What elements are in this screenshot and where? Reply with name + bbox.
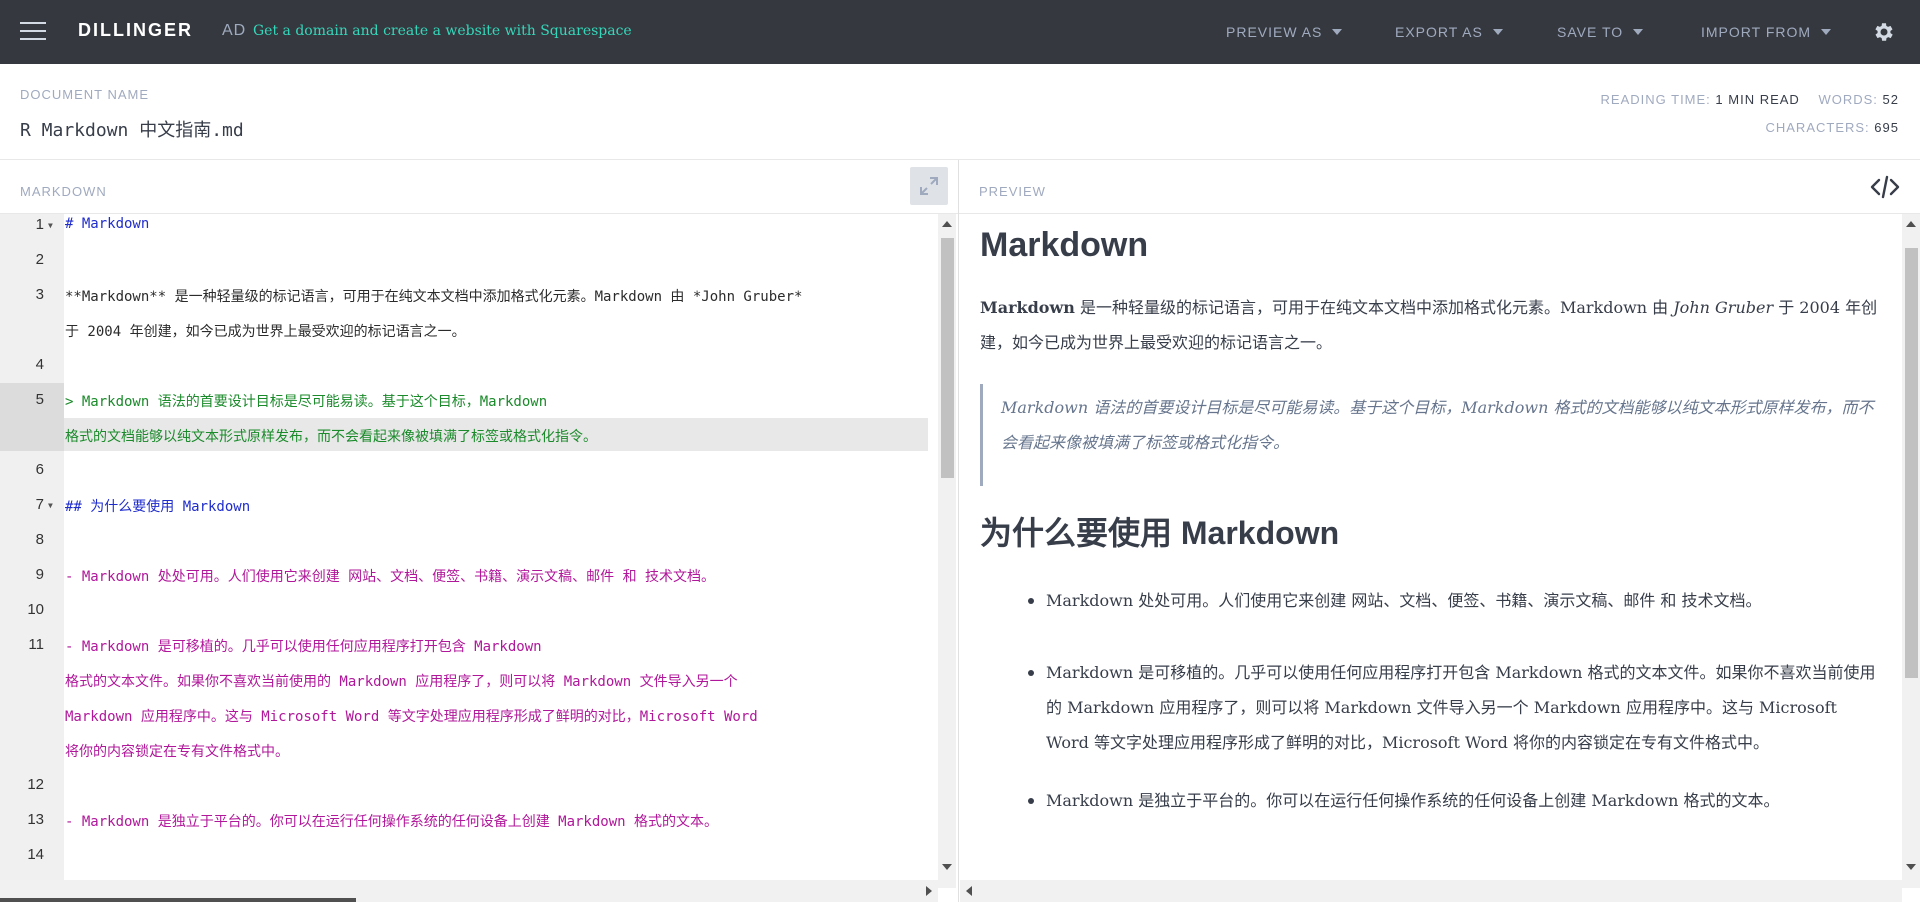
gear-icon[interactable] (1872, 20, 1896, 44)
save-to-menu[interactable]: SAVE TO (1557, 24, 1644, 40)
preview-blockquote: Markdown 语法的首要设计目标是尽可能易读。基于这个目标，Markdown… (980, 384, 1880, 486)
scroll-up-icon[interactable] (942, 221, 952, 227)
reading-time-value: 1 MIN READ (1715, 92, 1800, 107)
scroll-up-icon[interactable] (1906, 221, 1916, 227)
fold-arrow-icon[interactable]: ▼ (48, 221, 53, 230)
line-number: 4 (35, 356, 44, 373)
preview-paragraph: Markdown 是一种轻量级的标记语言，可用于在纯文本文档中添加格式化元素。M… (980, 290, 1880, 360)
scrollbar-thumb[interactable] (0, 898, 356, 902)
import-from-menu[interactable]: IMPORT FROM (1701, 24, 1832, 40)
line-number: 12 (27, 776, 44, 793)
line-number: 13 (27, 811, 44, 828)
preview-heading-1: Markdown (980, 226, 1149, 264)
top-navbar: DILLINGER AD Get a domain and create a w… (0, 0, 1920, 64)
words-value: 52 (1882, 92, 1899, 107)
line-number: 14 (27, 846, 44, 863)
chevron-down-icon (1633, 29, 1644, 35)
preview-vertical-scrollbar[interactable] (1902, 214, 1920, 888)
line-number: 11 (28, 636, 44, 653)
scroll-right-icon[interactable] (926, 886, 932, 896)
import-from-label: IMPORT FROM (1701, 24, 1812, 40)
line-number: 7 (35, 496, 44, 513)
preview-title: PREVIEW (979, 184, 1046, 199)
preview-pane: Markdown Markdown 是一种轻量级的标记语言，可用于在纯文本文档中… (960, 214, 1900, 880)
preview-list-item: Markdown 处处可用。人们使用它来创建 网站、文档、便签、书籍、演示文稿、… (1028, 583, 1876, 618)
editor-line-text: # Markdown (65, 216, 150, 232)
line-number: 10 (27, 601, 44, 618)
preview-header: PREVIEW (959, 160, 1920, 214)
fold-arrow-icon[interactable]: ▼ (48, 501, 53, 510)
line-number: 8 (35, 531, 44, 548)
chevron-down-icon (1821, 29, 1832, 35)
editor-vertical-scrollbar[interactable] (938, 214, 956, 888)
preview-horizontal-scrollbar[interactable] (960, 880, 1902, 902)
words-label: WORDS: (1818, 92, 1878, 107)
preview-italic-text: John Gruber (1673, 298, 1774, 317)
line-number: 9 (35, 566, 44, 583)
ad-link[interactable]: Get a domain and create a website with S… (253, 23, 632, 39)
preview-text: 是一种轻量级的标记语言，可用于在纯文本文档中添加格式化元素。Markdown 由 (1074, 298, 1674, 317)
characters-value: 695 (1874, 120, 1899, 135)
document-name-input[interactable] (20, 118, 620, 139)
hamburger-icon[interactable] (20, 22, 46, 42)
chevron-down-icon (1332, 29, 1343, 35)
editor-line-text: Markdown 应用程序中。这与 Microsoft Word 等文字处理应用… (65, 709, 758, 725)
chevron-down-icon (1492, 29, 1503, 35)
pane-divider[interactable] (958, 160, 959, 902)
expand-icon (920, 177, 938, 195)
editor-line-text: ## 为什么要使用 Markdown (65, 499, 251, 515)
editor-line-text: 将你的内容锁定在专有文件格式中。 (65, 744, 289, 760)
preview-as-menu[interactable]: PREVIEW AS (1226, 24, 1343, 40)
preview-list-item: Markdown 是独立于平台的。你可以在运行任何操作系统的任何设备上创建 Ma… (1028, 783, 1876, 818)
preview-heading-2: 为什么要使用 Markdown (980, 515, 1340, 551)
preview-bold-text: Markdown (980, 298, 1075, 317)
editor-line-text: **Markdown** 是一种轻量级的标记语言，可用于在纯文本文档中添加格式化… (65, 289, 803, 305)
expand-editor-button[interactable] (910, 167, 948, 205)
editor-line-text: 格式的文档能够以纯文本形式原样发布，而不会看起来像被填满了标签或格式化指令。 (65, 429, 597, 445)
characters-label: CHARACTERS: (1765, 120, 1870, 135)
export-as-label: EXPORT AS (1395, 24, 1483, 40)
scroll-down-icon[interactable] (1906, 864, 1916, 870)
brand-logo[interactable]: DILLINGER (78, 20, 193, 41)
scrollbar-thumb[interactable] (1905, 248, 1918, 678)
line-number: 6 (35, 461, 44, 478)
document-stats: READING TIME: 1 MIN READ WORDS: 52 CHARA… (1601, 86, 1899, 142)
editor-line-text: 格式的文本文件。如果你不喜欢当前使用的 Markdown 应用程序了，则可以将 … (65, 674, 738, 690)
scroll-down-icon[interactable] (942, 864, 952, 870)
export-as-menu[interactable]: EXPORT AS (1395, 24, 1503, 40)
editor-line-text: - Markdown 是可移植的。几乎可以使用任何应用程序打开包含 Markdo… (65, 639, 542, 655)
document-bar: DOCUMENT NAME READING TIME: 1 MIN READ W… (0, 64, 1920, 160)
document-name-label: DOCUMENT NAME (20, 87, 150, 102)
scroll-left-icon[interactable] (966, 886, 972, 896)
line-number: 5 (35, 391, 44, 408)
ad-label: AD (222, 22, 247, 39)
line-number: 2 (35, 251, 44, 268)
editor-header: MARKDOWN (0, 160, 958, 214)
editor-title: MARKDOWN (20, 184, 107, 199)
preview-list-item: Markdown 是可移植的。几乎可以使用任何应用程序打开包含 Markdown… (1028, 655, 1876, 760)
line-number: 3 (35, 286, 44, 303)
preview-as-label: PREVIEW AS (1226, 24, 1323, 40)
markdown-editor[interactable]: 1 ▼ # Markdown 2 3 **Markdown** 是一种轻量级的标… (0, 214, 938, 888)
code-icon[interactable] (1870, 172, 1900, 202)
editor-line-text: > Markdown 语法的首要设计目标是尽可能易读。基于这个目标，Markdo… (65, 394, 548, 410)
editor-line-text: - Markdown 是独立于平台的。你可以在运行任何操作系统的任何设备上创建 … (65, 814, 719, 830)
line-number: 1 (35, 216, 44, 233)
editor-line-text: 于 2004 年创建，如今已成为世界上最受欢迎的标记语言之一。 (65, 324, 466, 340)
reading-time-label: READING TIME: (1600, 92, 1711, 107)
editor-horizontal-scrollbar[interactable] (0, 880, 938, 902)
save-to-label: SAVE TO (1557, 24, 1624, 40)
scrollbar-thumb[interactable] (941, 238, 954, 478)
editor-line-text: - Markdown 处处可用。人们使用它来创建 网站、文档、便签、书籍、演示文… (65, 569, 715, 585)
